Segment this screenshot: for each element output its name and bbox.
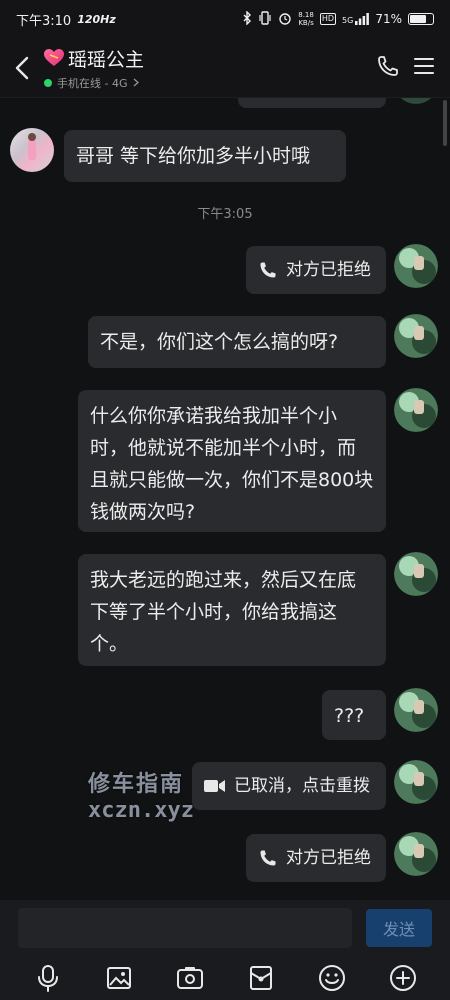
back-button[interactable] <box>0 38 44 98</box>
battery-percent: 71% <box>375 12 402 26</box>
call-record-bubble[interactable]: 对方已拒绝 <box>246 246 386 294</box>
video-call-record-bubble[interactable]: 已取消，点击重拨 <box>192 762 386 810</box>
net-speed-unit: KB/s <box>298 19 314 27</box>
call-record-bubble[interactable]: 对方已拒绝 <box>246 834 386 882</box>
watermark-line1: 修车指南 <box>88 772 185 797</box>
my-avatar[interactable] <box>394 314 438 358</box>
phone-call-button[interactable] <box>376 54 400 82</box>
chevron-left-icon <box>15 56 29 79</box>
phone-icon <box>378 55 398 76</box>
my-avatar[interactable] <box>394 760 438 804</box>
net-speed-value: 8.18 <box>298 11 314 19</box>
message-text: 我大老远的跑过来，然后又在底下等了半个小时，你给我搞这个。 <box>90 569 357 655</box>
signal-label: 5G <box>342 16 354 25</box>
red-packet-icon <box>249 965 272 990</box>
emoji-icon <box>318 964 345 991</box>
chat-header: 瑶瑶公主 手机在线 - 4G <box>0 38 450 98</box>
partial-message-bubble <box>238 98 386 108</box>
microphone-icon <box>37 964 58 992</box>
message-text: 哥哥 等下给你加多半小时哦 <box>76 145 311 167</box>
emoji-button[interactable] <box>314 960 350 996</box>
message-bubble[interactable]: 不是，你们这个怎么搞的呀? <box>88 316 386 368</box>
heart-icon <box>44 49 64 66</box>
my-avatar[interactable] <box>394 388 438 432</box>
plus-icon <box>389 964 416 991</box>
message-bubble[interactable]: ??? <box>322 690 386 740</box>
my-avatar[interactable] <box>394 244 438 288</box>
message-text: 不是，你们这个怎么搞的呀? <box>100 331 339 353</box>
video-icon <box>204 780 225 792</box>
alarm-icon <box>278 11 292 28</box>
camera-icon <box>176 966 203 989</box>
my-avatar[interactable] <box>394 552 438 596</box>
phone-icon <box>260 850 276 866</box>
message-bubble[interactable]: 什么你你承诺我给我加半个小时，他就说不能加半个小时，而且就只能做一次，你们不是8… <box>78 390 386 532</box>
call-status-text: 对方已拒绝 <box>286 260 371 280</box>
call-status-text: 已取消，点击重拨 <box>234 776 370 796</box>
message-timestamp: 下午3:05 <box>197 207 253 222</box>
image-icon <box>106 966 131 989</box>
input-toolbar <box>0 955 450 1000</box>
my-avatar[interactable] <box>394 688 438 732</box>
chevron-right-icon <box>133 78 139 87</box>
message-bubble[interactable]: 哥哥 等下给你加多半小时哦 <box>64 130 346 182</box>
scrollbar[interactable] <box>443 100 447 146</box>
net-speed: 8.18 KB/s <box>298 11 314 27</box>
watermark-line2: xczn.xyz <box>88 798 194 823</box>
my-avatar-partial <box>394 98 438 104</box>
my-avatar[interactable] <box>394 832 438 876</box>
call-status-text: 对方已拒绝 <box>286 848 371 868</box>
voice-button[interactable] <box>30 960 66 996</box>
bluetooth-icon <box>242 9 252 28</box>
battery-icon <box>408 13 434 25</box>
message-text: ??? <box>334 705 365 727</box>
status-bar: 下午3:10 120Hz 8.18 KB/s HD 5G 71% <box>0 0 450 38</box>
status-time: 下午3:10 <box>16 13 72 29</box>
contact-name: 瑶瑶公主 <box>68 48 145 71</box>
watermark: 修车指南 xczn.xyz <box>88 772 194 824</box>
online-status-text: 手机在线 - 4G <box>57 76 128 90</box>
menu-button[interactable] <box>414 57 434 79</box>
signal-icon: 5G <box>342 13 370 25</box>
red-packet-button[interactable] <box>243 960 279 996</box>
input-bar: 发送 <box>0 900 450 955</box>
more-button[interactable] <box>385 960 421 996</box>
refresh-rate-label: 120Hz <box>77 12 116 26</box>
message-list[interactable]: 哥哥 等下给你加多半小时哦 下午3:05 对方已拒绝 不是，你们这个怎么搞的呀?… <box>0 98 450 900</box>
menu-icon <box>414 57 434 74</box>
vibrate-icon <box>258 10 272 28</box>
message-bubble[interactable]: 我大老远的跑过来，然后又在底下等了半个小时，你给我搞这个。 <box>78 554 386 666</box>
contact-title-block[interactable]: 瑶瑶公主 手机在线 - 4G <box>44 45 144 91</box>
online-status-dot <box>44 78 52 87</box>
phone-icon <box>260 262 276 278</box>
contact-avatar[interactable] <box>10 128 54 172</box>
send-button[interactable]: 发送 <box>366 908 432 947</box>
camera-button[interactable] <box>172 960 208 996</box>
message-input[interactable] <box>18 907 352 948</box>
message-text: 什么你你承诺我给我加半个小时，他就说不能加半个小时，而且就只能做一次，你们不是8… <box>90 405 374 523</box>
image-button[interactable] <box>101 960 137 996</box>
hd-badge: HD <box>319 13 337 25</box>
